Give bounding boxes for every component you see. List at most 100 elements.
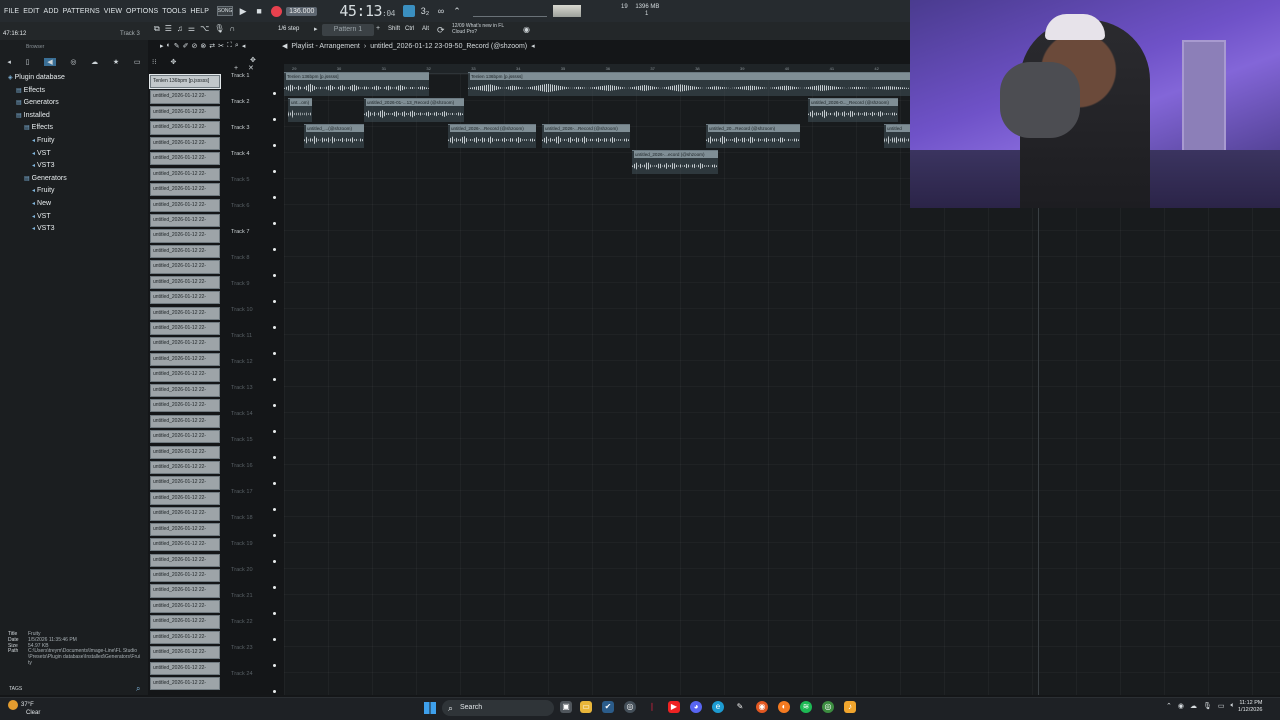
clip-menu-icon[interactable]: ⁝⁝ <box>152 58 156 66</box>
clip-source-item[interactable]: untitled_2026-01-12 22- <box>150 399 220 413</box>
clip-source-item[interactable]: untitled_2026-01-12 22- <box>150 368 220 382</box>
folder-icon[interactable]: ▭ <box>134 58 141 66</box>
clip-source-item[interactable]: untitled_2026-01-12 22- <box>150 491 220 506</box>
track-header[interactable]: Track 1 <box>231 73 249 79</box>
track-mute-dot[interactable] <box>273 404 276 407</box>
track-mute-dot[interactable] <box>273 92 276 95</box>
track-header[interactable]: Track 5 <box>231 177 249 183</box>
step-arrow-icon[interactable]: ▸ <box>314 25 318 33</box>
audio-clip[interactable]: untitled_2026-...Record (@shzoom) <box>448 124 536 148</box>
menu-help[interactable]: HELP <box>190 8 209 15</box>
clip-source-item[interactable]: untitled_2026-01-12 22- <box>150 167 220 181</box>
track-header[interactable]: Track 18 <box>231 515 253 521</box>
clip-source-item[interactable]: untitled_2026-01-12 22- <box>150 538 220 552</box>
clip-source-item[interactable]: untitled_2026-01-12 22- <box>150 584 220 598</box>
track-mute-dot[interactable] <box>273 430 276 433</box>
pattern-selector[interactable]: Pattern 1 <box>322 24 374 36</box>
track-header[interactable]: Track 24 <box>231 671 253 677</box>
arrangement-name[interactable]: untitled_2026-01-12 23-09-50_Record (@sh… <box>370 43 527 50</box>
track-mute-dot[interactable] <box>273 534 276 537</box>
magnet-icon[interactable]: ∩ <box>229 24 235 34</box>
clip-source-item[interactable]: untitled_2026-01-12 22- <box>150 352 220 367</box>
app-icon-1[interactable]: ◎ <box>624 701 636 713</box>
audio-clip[interactable]: untitled_2026-0..._Record (@shzoom) <box>808 98 898 122</box>
track-header[interactable]: Track 14 <box>231 411 253 417</box>
menu-add[interactable]: ADD <box>44 8 59 15</box>
steam-icon[interactable]: ✔ <box>602 701 614 713</box>
track-mute-dot[interactable] <box>273 664 276 667</box>
clip-source-item[interactable]: untitled_2026-01-12 22- <box>150 646 220 660</box>
firefox-icon[interactable]: ◐ <box>778 701 790 713</box>
clip-source-item[interactable]: untitled_2026-01-12 22- <box>150 476 220 490</box>
audio-clip[interactable]: untitled_2026-...ecord (@shzoom) <box>632 150 718 174</box>
audio-clip[interactable]: unt...om) <box>288 98 312 122</box>
spotify-icon[interactable]: ≋ <box>800 701 812 713</box>
audio-clip[interactable]: untitled_2026-...Record (@shzoom) <box>542 124 630 148</box>
blend-notes-icon[interactable]: ⌃ <box>451 5 463 17</box>
app-icon-3[interactable]: ✎ <box>734 701 746 713</box>
track-header[interactable]: Track 17 <box>231 489 253 495</box>
menu-edit[interactable]: EDIT <box>23 8 39 15</box>
audio-clip[interactable]: untitled_20...Record (@shzoom) <box>706 124 800 148</box>
track-header[interactable]: Track 22 <box>231 619 253 625</box>
clip-source-item[interactable]: untitled_2026-01-12 22- <box>150 661 220 675</box>
back-icon[interactable]: ◂ <box>7 58 11 66</box>
track-mute-dot[interactable] <box>273 352 276 355</box>
clip-source-item[interactable]: untitled_2026-01-12 22- <box>150 291 220 305</box>
audio-clip[interactable]: untitled_...(@shzoom) <box>304 124 364 148</box>
loop-record-icon[interactable]: ∞ <box>435 5 447 17</box>
clip-source-item[interactable]: untitled_2026-01-12 22- <box>150 183 220 197</box>
track-header[interactable]: Track 3 <box>231 125 249 131</box>
globe-icon[interactable]: ◉ <box>523 25 530 34</box>
channel-rack-icon[interactable]: ☰ <box>165 24 172 34</box>
track-mute-dot[interactable] <box>273 326 276 329</box>
tree-item-effects[interactable]: ▤ Effects <box>0 122 67 135</box>
track-mute-dot[interactable] <box>273 456 276 459</box>
clip-source-item[interactable]: untitled_2026-01-12 22- <box>150 460 220 475</box>
track-header[interactable]: Track 20 <box>231 567 253 573</box>
clip-move-icon[interactable]: ✥ <box>170 58 176 66</box>
news-panel[interactable]: 12/09 What's new in FL Cloud Pro? <box>452 23 504 35</box>
audio-clip[interactable]: Tenlen 136bpm [p.jsssss] <box>284 72 429 96</box>
track-header[interactable]: Track 15 <box>231 437 253 443</box>
mixer-icon[interactable]: ⚌ <box>188 24 195 34</box>
tree-item-fruity[interactable]: ◂ Fruity <box>0 135 67 148</box>
clip-source-item[interactable]: untitled_2026-01-12 22- <box>150 414 220 428</box>
track-mute-dot[interactable] <box>273 274 276 277</box>
clip-source-item[interactable]: untitled_2026-01-12 22- <box>150 445 220 459</box>
mic-icon[interactable]: 🎙︎ <box>214 24 224 34</box>
arrangement-arrow-icon[interactable]: ◂ <box>531 42 535 50</box>
clip-source-item[interactable]: untitled_2026-01-12 22- <box>150 306 220 320</box>
tree-item-vst[interactable]: ◂ VST <box>0 211 67 224</box>
menu-file[interactable]: FILE <box>4 8 19 15</box>
stop-icon[interactable]: ■ <box>253 5 265 17</box>
track-mute-dot[interactable] <box>273 196 276 199</box>
app-icon-4[interactable]: ◉ <box>756 701 768 713</box>
clip-source-item[interactable]: untitled_2026-01-12 22- <box>150 677 220 691</box>
plugin-icon[interactable]: ◀ <box>44 58 56 66</box>
mute-tool-icon[interactable]: ⊗ <box>200 42 206 50</box>
youtube-icon[interactable]: ▶ <box>668 701 680 713</box>
track-mute-dot[interactable] <box>273 118 276 121</box>
clip-source-item[interactable]: untitled_2026-01-12 22- <box>150 244 220 259</box>
playlist-close-icon[interactable]: ✕ <box>248 65 254 72</box>
audio-clip[interactable]: untitled <box>884 124 910 148</box>
record-button[interactable] <box>271 5 283 17</box>
discord-icon[interactable]: ◕ <box>690 701 702 713</box>
track-header[interactable]: Track 6 <box>231 203 249 209</box>
track-header[interactable]: Track 11 <box>231 333 252 339</box>
tree-item-new[interactable]: ◂ New <box>0 198 67 211</box>
clip-source-item[interactable]: untitled_2026-01-12 22- <box>150 213 220 228</box>
track-mute-dot[interactable] <box>273 144 276 147</box>
tray-volume-icon[interactable]: 🔈︎ <box>1231 702 1235 710</box>
menu-view[interactable]: VIEW <box>104 8 122 15</box>
track-header[interactable]: Track 4 <box>231 151 249 157</box>
playlist-view-icon[interactable]: ⧉ <box>154 24 160 34</box>
cloud-icon[interactable]: ☁ <box>91 58 98 66</box>
clip-source-item[interactable]: untitled_2026-01-12 22- <box>150 322 220 336</box>
track-mute-dot[interactable] <box>273 170 276 173</box>
playlist-move-icon[interactable]: ✥ <box>250 57 256 64</box>
tray-chevron-icon[interactable]: ⌃ <box>1166 702 1172 710</box>
clip-source-item[interactable]: untitled_2026-01-12 22- <box>150 198 220 212</box>
clip-source-item[interactable]: untitled_2026-01-12 22- <box>150 275 220 289</box>
